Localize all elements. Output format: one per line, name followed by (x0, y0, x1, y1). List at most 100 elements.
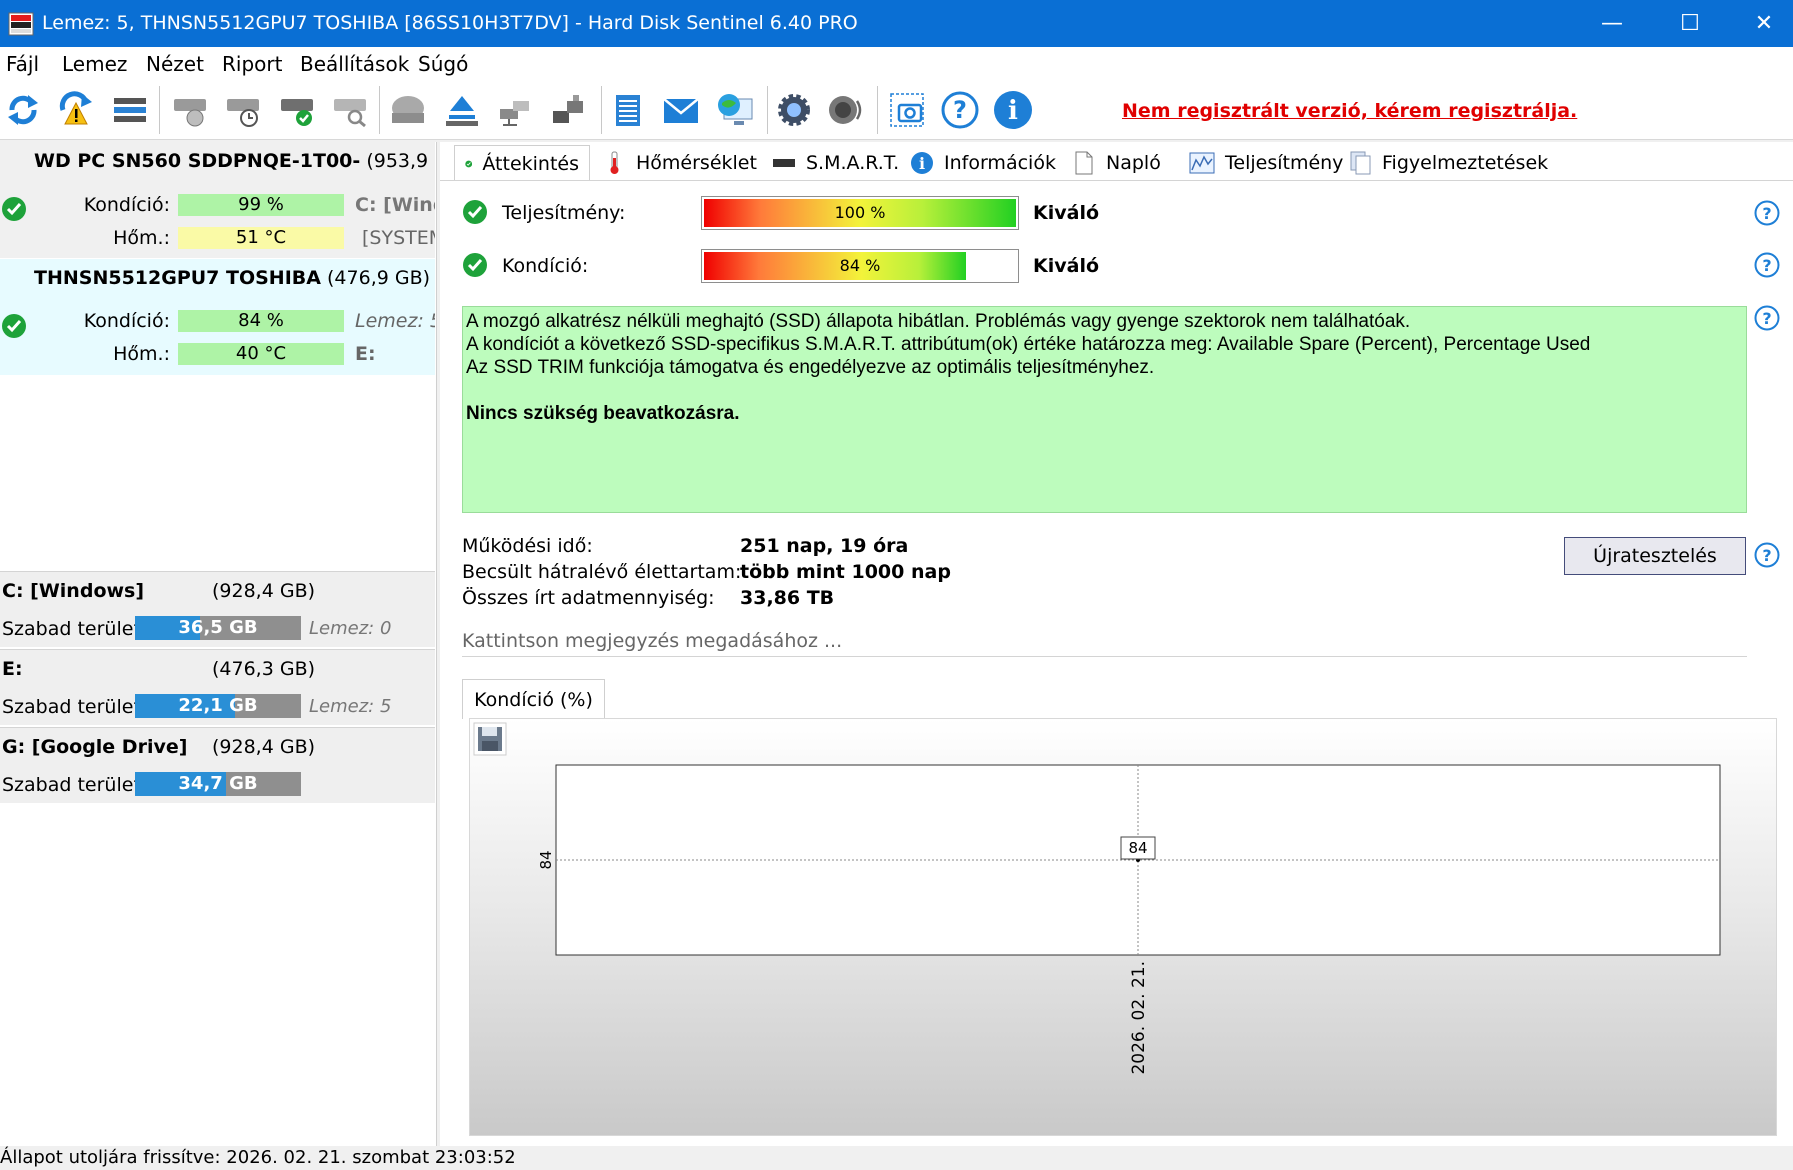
volume-name: G: [Google Drive] (2, 736, 188, 758)
temperature-bar: 40 °C (178, 343, 344, 365)
tab-performance[interactable]: Teljesítmény (1179, 145, 1353, 181)
disk-check-button[interactable] (274, 87, 320, 133)
uptime-value: 251 nap, 19 óra (740, 535, 909, 557)
volume-item[interactable]: G: [Google Drive] (928,4 GB) Szabad terü… (0, 727, 435, 803)
drive-letter: C: [Windo (355, 194, 435, 216)
tab-log[interactable]: Napló (1064, 145, 1171, 181)
web-button[interactable] (712, 87, 758, 133)
status-description: A mozgó alkatrész nélküli meghajtó (SSD)… (462, 306, 1747, 513)
help-toolbar-button[interactable]: ? (937, 87, 983, 133)
performance-rating: Kiváló (1033, 202, 1100, 224)
tab-label: S.M.A.R.T. (806, 152, 900, 174)
health-bar: 84 % (701, 249, 1019, 283)
disk-number: Lemez: 5 (355, 310, 435, 332)
health-bar: 99 % (178, 194, 344, 216)
menu-view[interactable]: Nézet (146, 52, 204, 76)
volume-size: (476,3 GB) (212, 658, 316, 680)
envelope-icon (663, 98, 699, 123)
tab-information[interactable]: i Információk (900, 145, 1066, 181)
health-chart: 84 84 2026. 02. 21. (537, 764, 1721, 1075)
performance-bar: 100 % (701, 196, 1019, 230)
free-space-bar: 36,5 GB (135, 616, 301, 640)
volume-disk: Lemez: 0 (309, 618, 392, 639)
disk-surface-test-button[interactable] (167, 87, 213, 133)
main-panel: Áttekintés Hőmérséklet S.M.A.R.T. i Info… (440, 142, 1793, 1146)
minimize-button[interactable]: — (1573, 0, 1651, 47)
disk-item-selected[interactable]: THNSN5512GPU7 TOSHIBA (476,9 GB) Kondíci… (0, 259, 435, 375)
notepad-icon (616, 95, 640, 126)
disk-size: (953,9 GB) (366, 150, 435, 172)
disk-item[interactable]: WD PC SN560 SDDPNQE-1T00- (953,9 GB) Kon… (0, 142, 435, 258)
disk-name: WD PC SN560 SDDPNQE-1T00- (953,9 GB) (34, 150, 435, 172)
speaker-icon (829, 96, 862, 124)
disk-schedule-button[interactable] (220, 87, 266, 133)
globe-monitor-icon (718, 94, 753, 125)
disk-drive-button[interactable] (385, 87, 431, 133)
menu-disk[interactable]: Lemez (62, 52, 127, 76)
performance-label: Teljesítmény: (502, 202, 626, 224)
help-icon[interactable]: ? (1754, 542, 1780, 568)
screenshot-button[interactable] (884, 87, 930, 133)
tab-label: Hőmérséklet (636, 152, 757, 174)
thermometer-icon (610, 151, 619, 174)
free-space-value: 34,7 GB (178, 773, 258, 794)
toolbar-separator (767, 86, 768, 134)
tab-label: Áttekintés (482, 152, 579, 175)
volume-name: C: [Windows] (2, 580, 145, 602)
refresh-warning-button[interactable] (53, 87, 99, 133)
written-label: Összes írt adatmennyiség: (462, 587, 715, 609)
health-rating: Kiváló (1033, 255, 1100, 277)
svg-text:?: ? (1762, 256, 1771, 275)
retest-button[interactable]: Újratesztelés (1564, 537, 1746, 575)
email-button[interactable] (658, 87, 704, 133)
window-title: Lemez: 5, THNSN5512GPU7 TOSHIBA [86SS10H… (42, 12, 858, 34)
about-button[interactable]: i (990, 87, 1036, 133)
disk-list-button[interactable] (107, 87, 153, 133)
status-line: A kondíciót a következő SSD-specifikus S… (466, 334, 1591, 355)
close-button[interactable]: ✕ (1725, 0, 1793, 47)
status-conclusion: Nincs szükség beavatkozásra. (466, 403, 740, 424)
disk-surface-icon (174, 99, 206, 127)
register-link[interactable]: Nem regisztrált verzió, kérem regisztrál… (1122, 100, 1577, 122)
menu-report[interactable]: Riport (222, 52, 282, 76)
app-icon (8, 12, 34, 36)
alerts-icon (1350, 151, 1371, 175)
tab-temperature[interactable]: Hőmérséklet (594, 145, 767, 181)
help-icon[interactable]: ? (1754, 252, 1780, 278)
menu-file[interactable]: Fájl (6, 52, 39, 76)
refresh-warning-icon (59, 91, 92, 125)
volume-item[interactable]: C: [Windows] (928,4 GB) Szabad terület 3… (0, 571, 435, 647)
external-disk-button[interactable] (545, 87, 591, 133)
tab-label: Információk (944, 152, 1056, 174)
maximize-button[interactable]: ☐ (1651, 0, 1729, 47)
svg-text:i: i (1008, 96, 1018, 126)
ok-check-icon (2, 197, 26, 221)
lifetime-label: Becsült hátralévő élettartam: (462, 561, 742, 583)
help-icon[interactable]: ? (1754, 200, 1780, 226)
volume-name: E: (2, 658, 23, 680)
drive-letter: E: (355, 343, 376, 365)
tab-alerts[interactable]: Figyelmeztetések (1340, 145, 1558, 181)
menu-help[interactable]: Súgó (418, 52, 468, 76)
disk-model: THNSN5512GPU7 TOSHIBA (34, 267, 321, 289)
settings-button[interactable] (771, 87, 817, 133)
sound-button[interactable] (823, 87, 869, 133)
health-label: Kondíció: (83, 310, 170, 332)
help-icon[interactable]: ? (1754, 305, 1780, 331)
refresh-button[interactable] (0, 87, 46, 133)
temperature-bar: 51 °C (178, 227, 344, 249)
tab-overview[interactable]: Áttekintés (454, 145, 590, 181)
uptime-label: Működési idő: (462, 535, 593, 557)
disk-search-button[interactable] (327, 87, 373, 133)
tab-label: Teljesítmény (1225, 152, 1344, 174)
chart-tab-health[interactable]: Kondíció (%) (462, 679, 605, 719)
note-field[interactable]: Kattintson megjegyzés megadásához ... (462, 624, 1747, 657)
eject-button[interactable] (439, 87, 485, 133)
volume-item[interactable]: E: (476,3 GB) Szabad terület 22,1 GB Lem… (0, 649, 435, 725)
network-disk-button[interactable] (491, 87, 537, 133)
tab-smart[interactable]: S.M.A.R.T. (762, 145, 909, 181)
svg-text:?: ? (1762, 309, 1771, 328)
report-button[interactable] (605, 87, 651, 133)
menu-settings[interactable]: Beállítások (300, 52, 409, 76)
free-space-label: Szabad terület (2, 774, 141, 796)
